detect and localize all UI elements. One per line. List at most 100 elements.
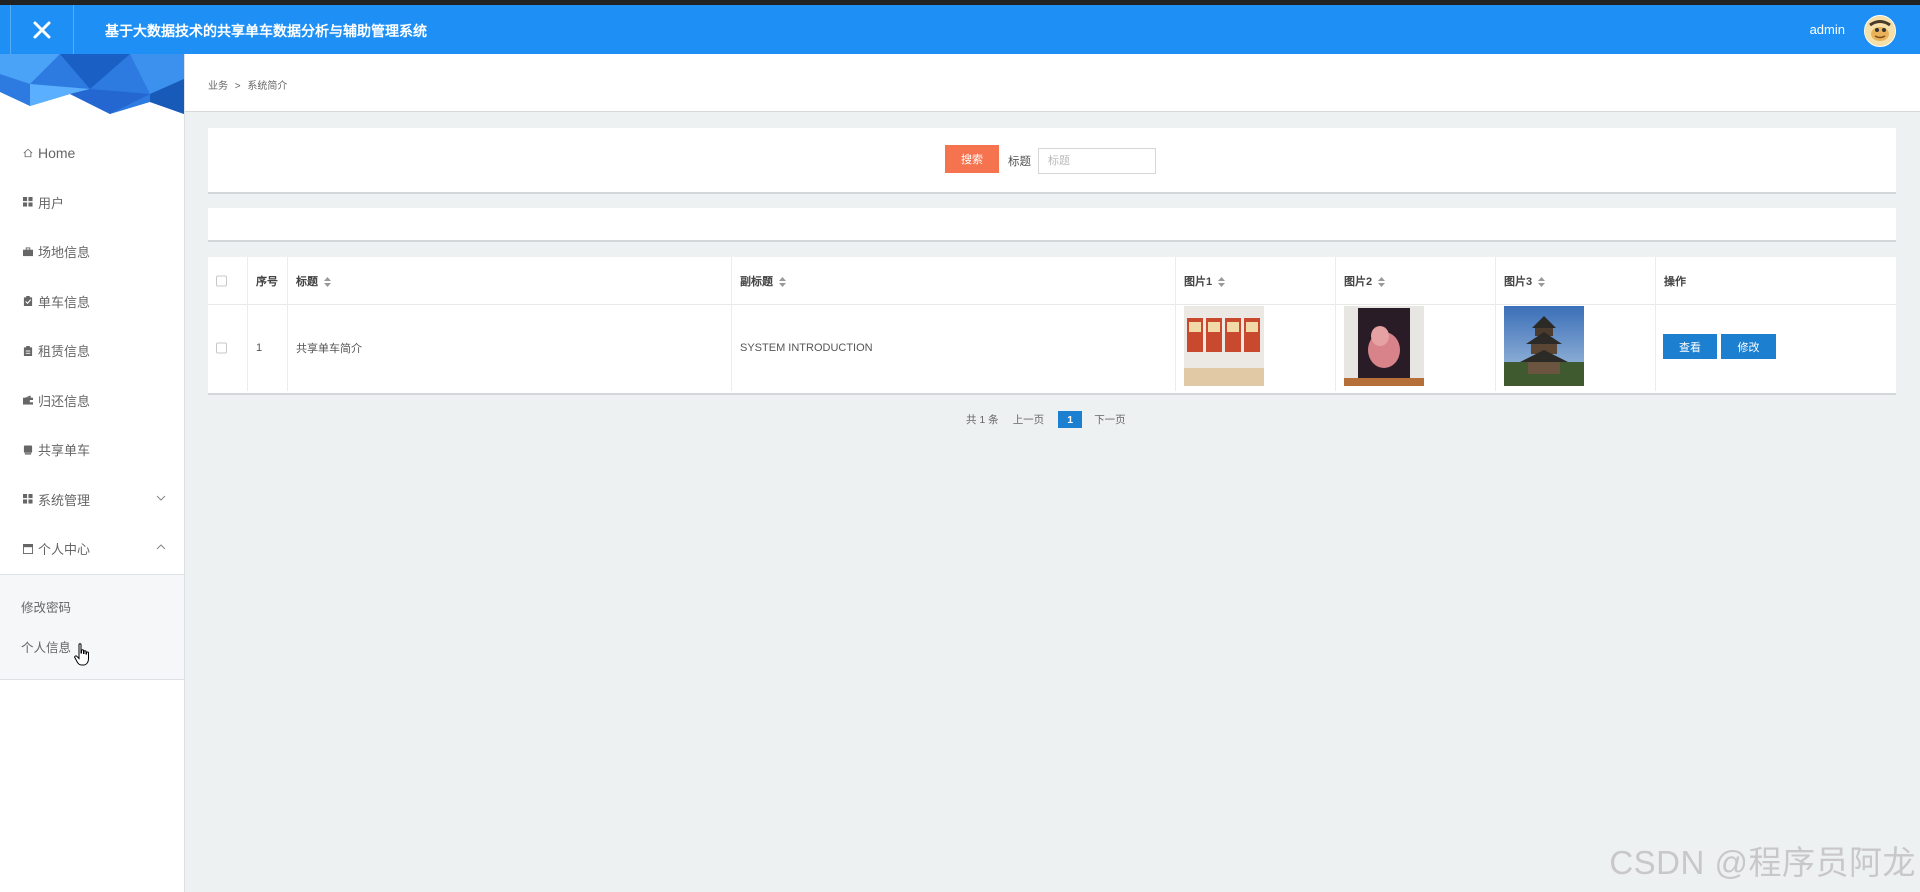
submenu-item-change-password[interactable]: 修改密码: [0, 587, 184, 627]
close-icon: [33, 21, 51, 38]
table-header: 序号 标题 副标题 图片1 图片2 图片3 操作: [208, 257, 1896, 305]
header-title-label: 标题: [296, 275, 318, 288]
clipboard-icon: [23, 296, 33, 307]
sidebar-item-system-management[interactable]: 系统管理: [0, 475, 184, 525]
app-header: 基于大数据技术的共享单车数据分析与辅助管理系统 admin: [0, 5, 1920, 54]
briefcase-icon: [23, 247, 33, 256]
row-subtitle-cell: SYSTEM INTRODUCTION: [732, 304, 1176, 391]
row-image1-cell: [1176, 304, 1336, 391]
search-panel: 搜索 标题: [208, 128, 1896, 194]
avatar-image: [1865, 16, 1895, 46]
row-index: 1: [256, 341, 263, 354]
app-title: 基于大数据技术的共享单车数据分析与辅助管理系统: [105, 23, 427, 39]
header-index: 序号: [248, 257, 288, 304]
breadcrumb-parent[interactable]: 业务: [208, 81, 228, 92]
pagination-prev[interactable]: 上一页: [1013, 412, 1045, 427]
sidebar-item-home[interactable]: Home: [0, 128, 184, 178]
header-image1-label: 图片1: [1184, 275, 1213, 288]
select-all-checkbox[interactable]: [216, 275, 227, 286]
search-title-label: 标题: [1008, 156, 1031, 168]
sidebar-item-bike-info[interactable]: 单车信息: [0, 277, 184, 327]
close-button[interactable]: [10, 5, 74, 54]
home-icon: [23, 148, 33, 157]
breadcrumb-separator: >: [234, 81, 241, 92]
chevron-up-icon: [156, 544, 166, 550]
tablet-icon: [23, 445, 33, 455]
chevron-down-icon: [156, 495, 166, 501]
sort-icon[interactable]: [324, 276, 331, 287]
sidebar-item-label: 单车信息: [38, 294, 91, 310]
user-name[interactable]: admin: [1810, 22, 1845, 37]
image1-thumbnail[interactable]: [1184, 306, 1264, 386]
row-title-cell: 共享单车简介: [288, 304, 732, 391]
header-subtitle-label: 副标题: [740, 275, 773, 288]
image3-thumbnail[interactable]: [1504, 306, 1584, 386]
row-title: 共享单车简介: [296, 342, 362, 355]
header-image2-label: 图片2: [1344, 275, 1373, 288]
grid-icon: [23, 197, 33, 207]
view-button[interactable]: 查看: [1663, 334, 1717, 359]
row-actions-cell: 查看 修改: [1656, 304, 1896, 391]
sidebar-item-label: 场地信息: [38, 245, 91, 261]
sidebar-item-rental-info[interactable]: 租赁信息: [0, 326, 184, 376]
header-index-label: 序号: [256, 275, 278, 288]
breadcrumb-current: 系统简介: [247, 81, 288, 92]
search-title-input[interactable]: [1038, 148, 1156, 174]
sidebar-menu: Home 用户 场地信息 单车信息 租赁信息 归还信息 共享单车 系统管理 个人…: [0, 128, 184, 680]
table-row: 1 共享单车简介 SYSTEM INTRODUCTION 查看 修改: [208, 304, 1896, 391]
sidebar-item-personal-center[interactable]: 个人中心: [0, 524, 184, 574]
sidebar-item-label: 租赁信息: [38, 344, 91, 360]
row-image2-cell: [1336, 304, 1496, 391]
sort-icon[interactable]: [1378, 276, 1386, 287]
sidebar-item-shared-bikes[interactable]: 共享单车: [0, 425, 184, 475]
sidebar-item-return-info[interactable]: 归还信息: [0, 376, 184, 426]
avatar[interactable]: [1864, 15, 1896, 47]
search-button[interactable]: 搜索: [945, 145, 999, 173]
header-image1[interactable]: 图片1: [1176, 257, 1336, 304]
hand-cursor-icon: [74, 643, 89, 666]
header-actions: 操作: [1656, 257, 1896, 304]
pagination-next[interactable]: 下一页: [1094, 412, 1126, 427]
breadcrumb: 业务 > 系统简介: [208, 77, 291, 92]
action-bar: [208, 208, 1896, 242]
header-title[interactable]: 标题: [288, 257, 732, 304]
edit-button[interactable]: 修改: [1721, 334, 1776, 359]
sidebar-item-users[interactable]: 用户: [0, 178, 184, 228]
image2-thumbnail[interactable]: [1344, 306, 1424, 386]
grid-icon: [23, 494, 33, 504]
row-index-cell: 1: [248, 304, 288, 391]
sort-icon[interactable]: [1538, 276, 1546, 287]
pagination-current-page[interactable]: 1: [1058, 411, 1083, 428]
sidebar-item-label: 用户: [38, 195, 65, 211]
sidebar-item-label: Home: [38, 144, 76, 161]
wallet-icon: [23, 395, 33, 405]
row-checkbox[interactable]: [216, 342, 227, 353]
pagination-total: 共 1 条: [966, 414, 999, 426]
sidebar-item-label: 共享单车: [38, 443, 91, 459]
sidebar-item-label: 个人中心: [38, 542, 91, 558]
sidebar-item-label: 系统管理: [38, 492, 91, 508]
header-actions-label: 操作: [1664, 275, 1686, 288]
header-image3[interactable]: 图片3: [1496, 257, 1656, 304]
submenu-item-personal-info[interactable]: 个人信息: [0, 627, 184, 667]
sort-icon[interactable]: [1218, 276, 1226, 287]
row-subtitle: SYSTEM INTRODUCTION: [740, 341, 873, 354]
personal-center-submenu: 修改密码 个人信息: [0, 573, 184, 680]
sort-icon[interactable]: [779, 276, 786, 287]
data-table: 序号 标题 副标题 图片1 图片2 图片3 操作 1 共享单车简介 SYSTEM…: [208, 257, 1896, 395]
row-select-cell: [208, 304, 248, 391]
sidebar-banner: [0, 54, 184, 114]
breadcrumb-bar: 业务 > 系统简介: [185, 54, 1920, 112]
watermark: CSDN @程序员阿龙: [1609, 844, 1916, 881]
pagination: 共 1 条 上一页 1 下一页: [966, 411, 1140, 428]
sidebar-item-label: 归还信息: [38, 393, 91, 409]
sidebar-item-venue-info[interactable]: 场地信息: [0, 227, 184, 277]
row-image3-cell: [1496, 304, 1656, 391]
sidebar: Home 用户 场地信息 单车信息 租赁信息 归还信息 共享单车 系统管理 个人…: [0, 54, 185, 892]
header-subtitle[interactable]: 副标题: [732, 257, 1176, 304]
clipboard-icon: [23, 345, 33, 356]
header-image2[interactable]: 图片2: [1336, 257, 1496, 304]
window-icon: [23, 543, 33, 554]
header-select-cell: [208, 257, 248, 304]
header-image3-label: 图片3: [1504, 275, 1533, 288]
